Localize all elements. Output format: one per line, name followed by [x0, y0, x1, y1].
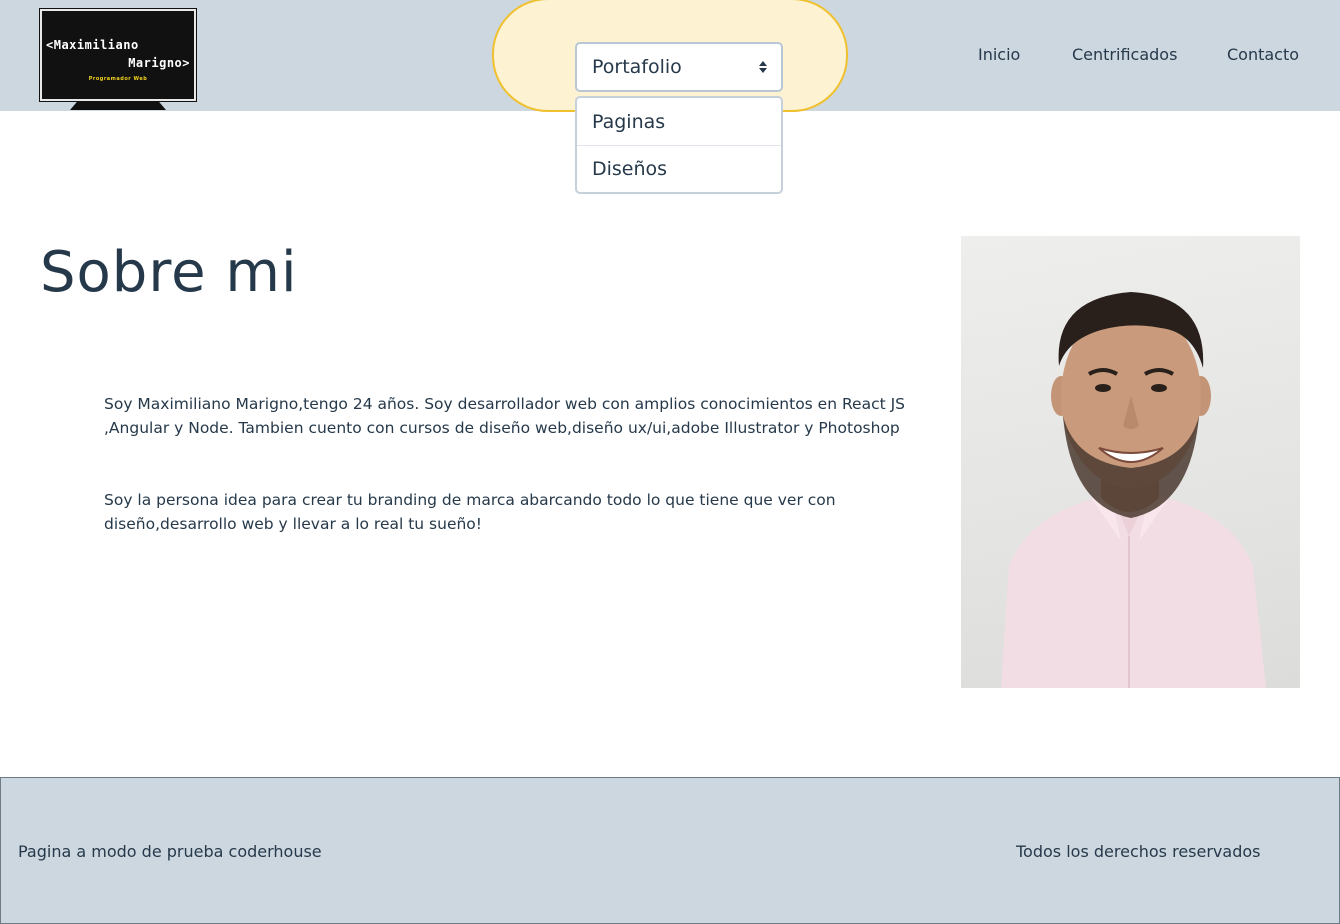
logo-monitor: <Maximiliano Marigno> Programador Web [39, 8, 197, 102]
dropdown-option-disenos[interactable]: Diseños [577, 145, 781, 192]
nav-link-inicio[interactable]: Inicio [978, 45, 1020, 64]
nav-link-contacto[interactable]: Contacto [1227, 45, 1299, 64]
portfolio-select[interactable]: Portafolio [575, 42, 783, 92]
site-header: <Maximiliano Marigno> Programador Web Po… [0, 0, 1340, 112]
about-paragraph-2: Soy la persona idea para crear tu brandi… [104, 491, 836, 533]
site-logo[interactable]: <Maximiliano Marigno> Programador Web [39, 8, 197, 110]
logo-line-2: Marigno> [128, 56, 190, 70]
footer-note: Pagina a modo de prueba coderhouse [18, 842, 322, 861]
page-title: Sobre mi [40, 240, 298, 305]
nav-link-centrificados[interactable]: Centrificados [1072, 45, 1177, 64]
site-footer: Pagina a modo de prueba coderhouse Todos… [0, 777, 1340, 924]
select-arrows-icon [759, 59, 768, 75]
logo-monitor-stand [70, 101, 166, 110]
about-paragraph-1: Soy Maximiliano Marigno,tengo 24 años. S… [104, 395, 906, 437]
logo-line-1: <Maximiliano [46, 38, 139, 52]
portfolio-select-value: Portafolio [592, 56, 682, 78]
logo-subtitle: Programador Web [88, 76, 148, 82]
footer-copyright: Todos los derechos reservados [1016, 842, 1261, 861]
profile-photo-illustration [1001, 292, 1266, 688]
profile-photo [961, 236, 1300, 688]
portfolio-dropdown-menu: Paginas Diseños [575, 96, 783, 194]
dropdown-option-paginas[interactable]: Paginas [577, 98, 781, 145]
